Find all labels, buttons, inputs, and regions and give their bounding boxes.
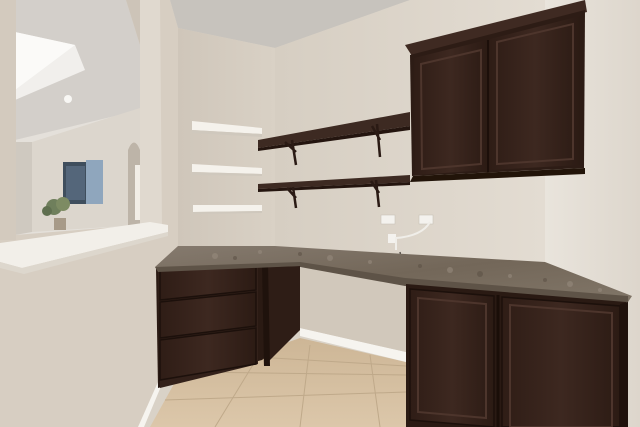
potted-plant (54, 218, 66, 230)
adjacent-room-view (15, 0, 140, 238)
wall-outlet (380, 214, 396, 225)
upper-cabinet-door-right (490, 16, 580, 170)
upper-cabinet-door-left (414, 40, 487, 175)
desk-nook-photo (0, 0, 640, 427)
wall-outlet-2 (418, 214, 434, 225)
opening-edge-left (0, 0, 16, 240)
lower-right-cabinet (406, 284, 628, 427)
lower-cabinet-door-right (501, 296, 621, 427)
lower-cabinet-door-left (409, 288, 495, 427)
scene-svg (0, 0, 640, 427)
